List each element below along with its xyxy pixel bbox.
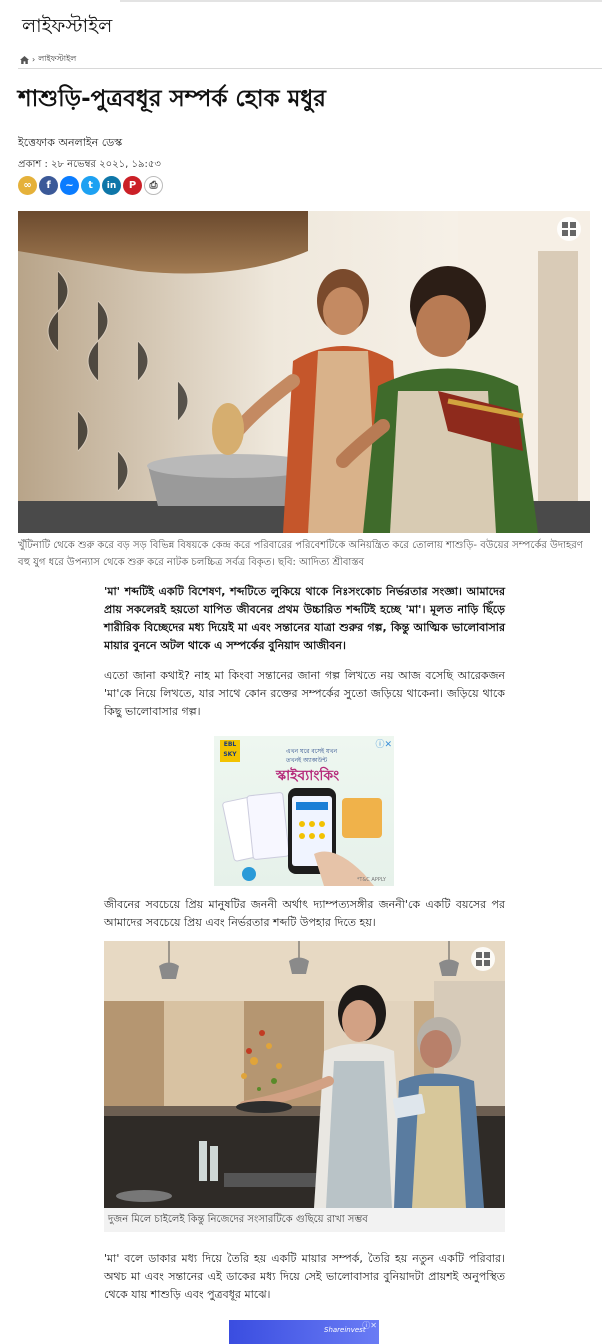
gallery-icon[interactable] <box>557 217 581 241</box>
article-author[interactable]: ইত্তেফাক অনলাইন ডেস্ক <box>18 134 122 153</box>
linkedin-icon[interactable]: in <box>102 176 121 195</box>
article-paragraph: 'মা' বলে ডাকার মধ্য দিয়ে তৈরি হয় একটি … <box>104 1252 505 1301</box>
breadcrumb-item[interactable]: লাইফস্টাইল <box>38 53 76 66</box>
article-paragraph: এতো জানা কথাই? নাহ মা কিংবা সন্তানের জান… <box>104 669 505 718</box>
article-lead: 'মা' শব্দটিই একটি বিশেষণ, শব্দটিতে লুকিয… <box>104 585 505 652</box>
secondary-photo <box>104 941 505 1208</box>
ad-phone-illustration <box>222 788 382 886</box>
main-photo <box>18 211 590 533</box>
photo-caption: খুঁটিনাটি থেকে শুরু করে বড় সড় বিভিন্ন … <box>18 540 583 568</box>
facebook-icon[interactable]: f <box>39 176 58 195</box>
link-icon[interactable]: ∞ <box>18 176 37 195</box>
messenger-icon[interactable]: ~ <box>60 176 79 195</box>
breadcrumb-separator: › <box>32 55 36 64</box>
breadcrumb: › লাইফস্টাইল <box>20 53 76 66</box>
print-icon[interactable]: ⎙ <box>144 176 163 195</box>
pinterest-icon[interactable]: P <box>123 176 142 195</box>
share-bar: ∞ f ~ t in P ⎙ <box>18 176 163 195</box>
header-divider <box>18 68 602 69</box>
article-headline: শাশুড়ি-পুত্রবধূর সম্পর্ক হোক মধুর <box>18 86 326 112</box>
article-paragraph: জীবনের সবচেয়ে প্রিয় মানুষটির জননী অর্থ… <box>104 898 505 929</box>
photo-caption: দুজন মিলে চাইলেই কিন্তু নিজেদের সংসারটিক… <box>104 1208 505 1232</box>
twitter-icon[interactable]: t <box>81 176 100 195</box>
gallery-icon[interactable] <box>471 947 495 971</box>
ad-close-badge[interactable]: ⓘ✕ <box>362 1320 377 1331</box>
ad-footnote: *T&C APPLY <box>356 877 386 883</box>
advertisement-banner[interactable]: EBL SKY ⓘ✕ এখন ঘরে বসেই যখন তখনই অ্যাকাউন… <box>214 736 394 886</box>
top-divider <box>120 0 602 2</box>
publish-date: প্রকাশ : ২৮ নভেম্বর ২০২১, ১৯:৫৩ <box>18 159 161 170</box>
section-title[interactable]: লাইফস্টাইল <box>22 12 112 44</box>
ad-close-badge[interactable]: ⓘ✕ <box>375 737 392 750</box>
ad-logo-text: Shareinvest <box>324 1326 366 1334</box>
home-icon[interactable] <box>20 55 29 64</box>
ad-brand-logo: EBL SKY <box>220 740 240 762</box>
advertisement-banner[interactable]: Shareinvest ⓘ✕ <box>229 1320 379 1344</box>
